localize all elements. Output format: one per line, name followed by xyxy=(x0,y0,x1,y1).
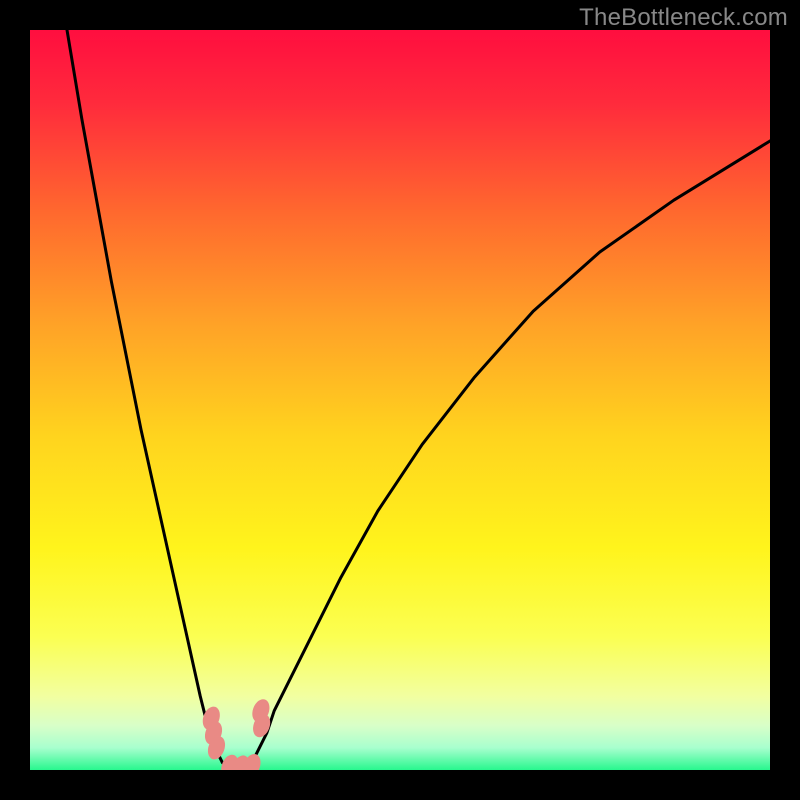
chart-frame: TheBottleneck.com xyxy=(0,0,800,800)
plot-area xyxy=(30,30,770,770)
plot-svg xyxy=(30,30,770,770)
watermark-text: TheBottleneck.com xyxy=(579,4,788,32)
gradient-background xyxy=(30,30,770,770)
